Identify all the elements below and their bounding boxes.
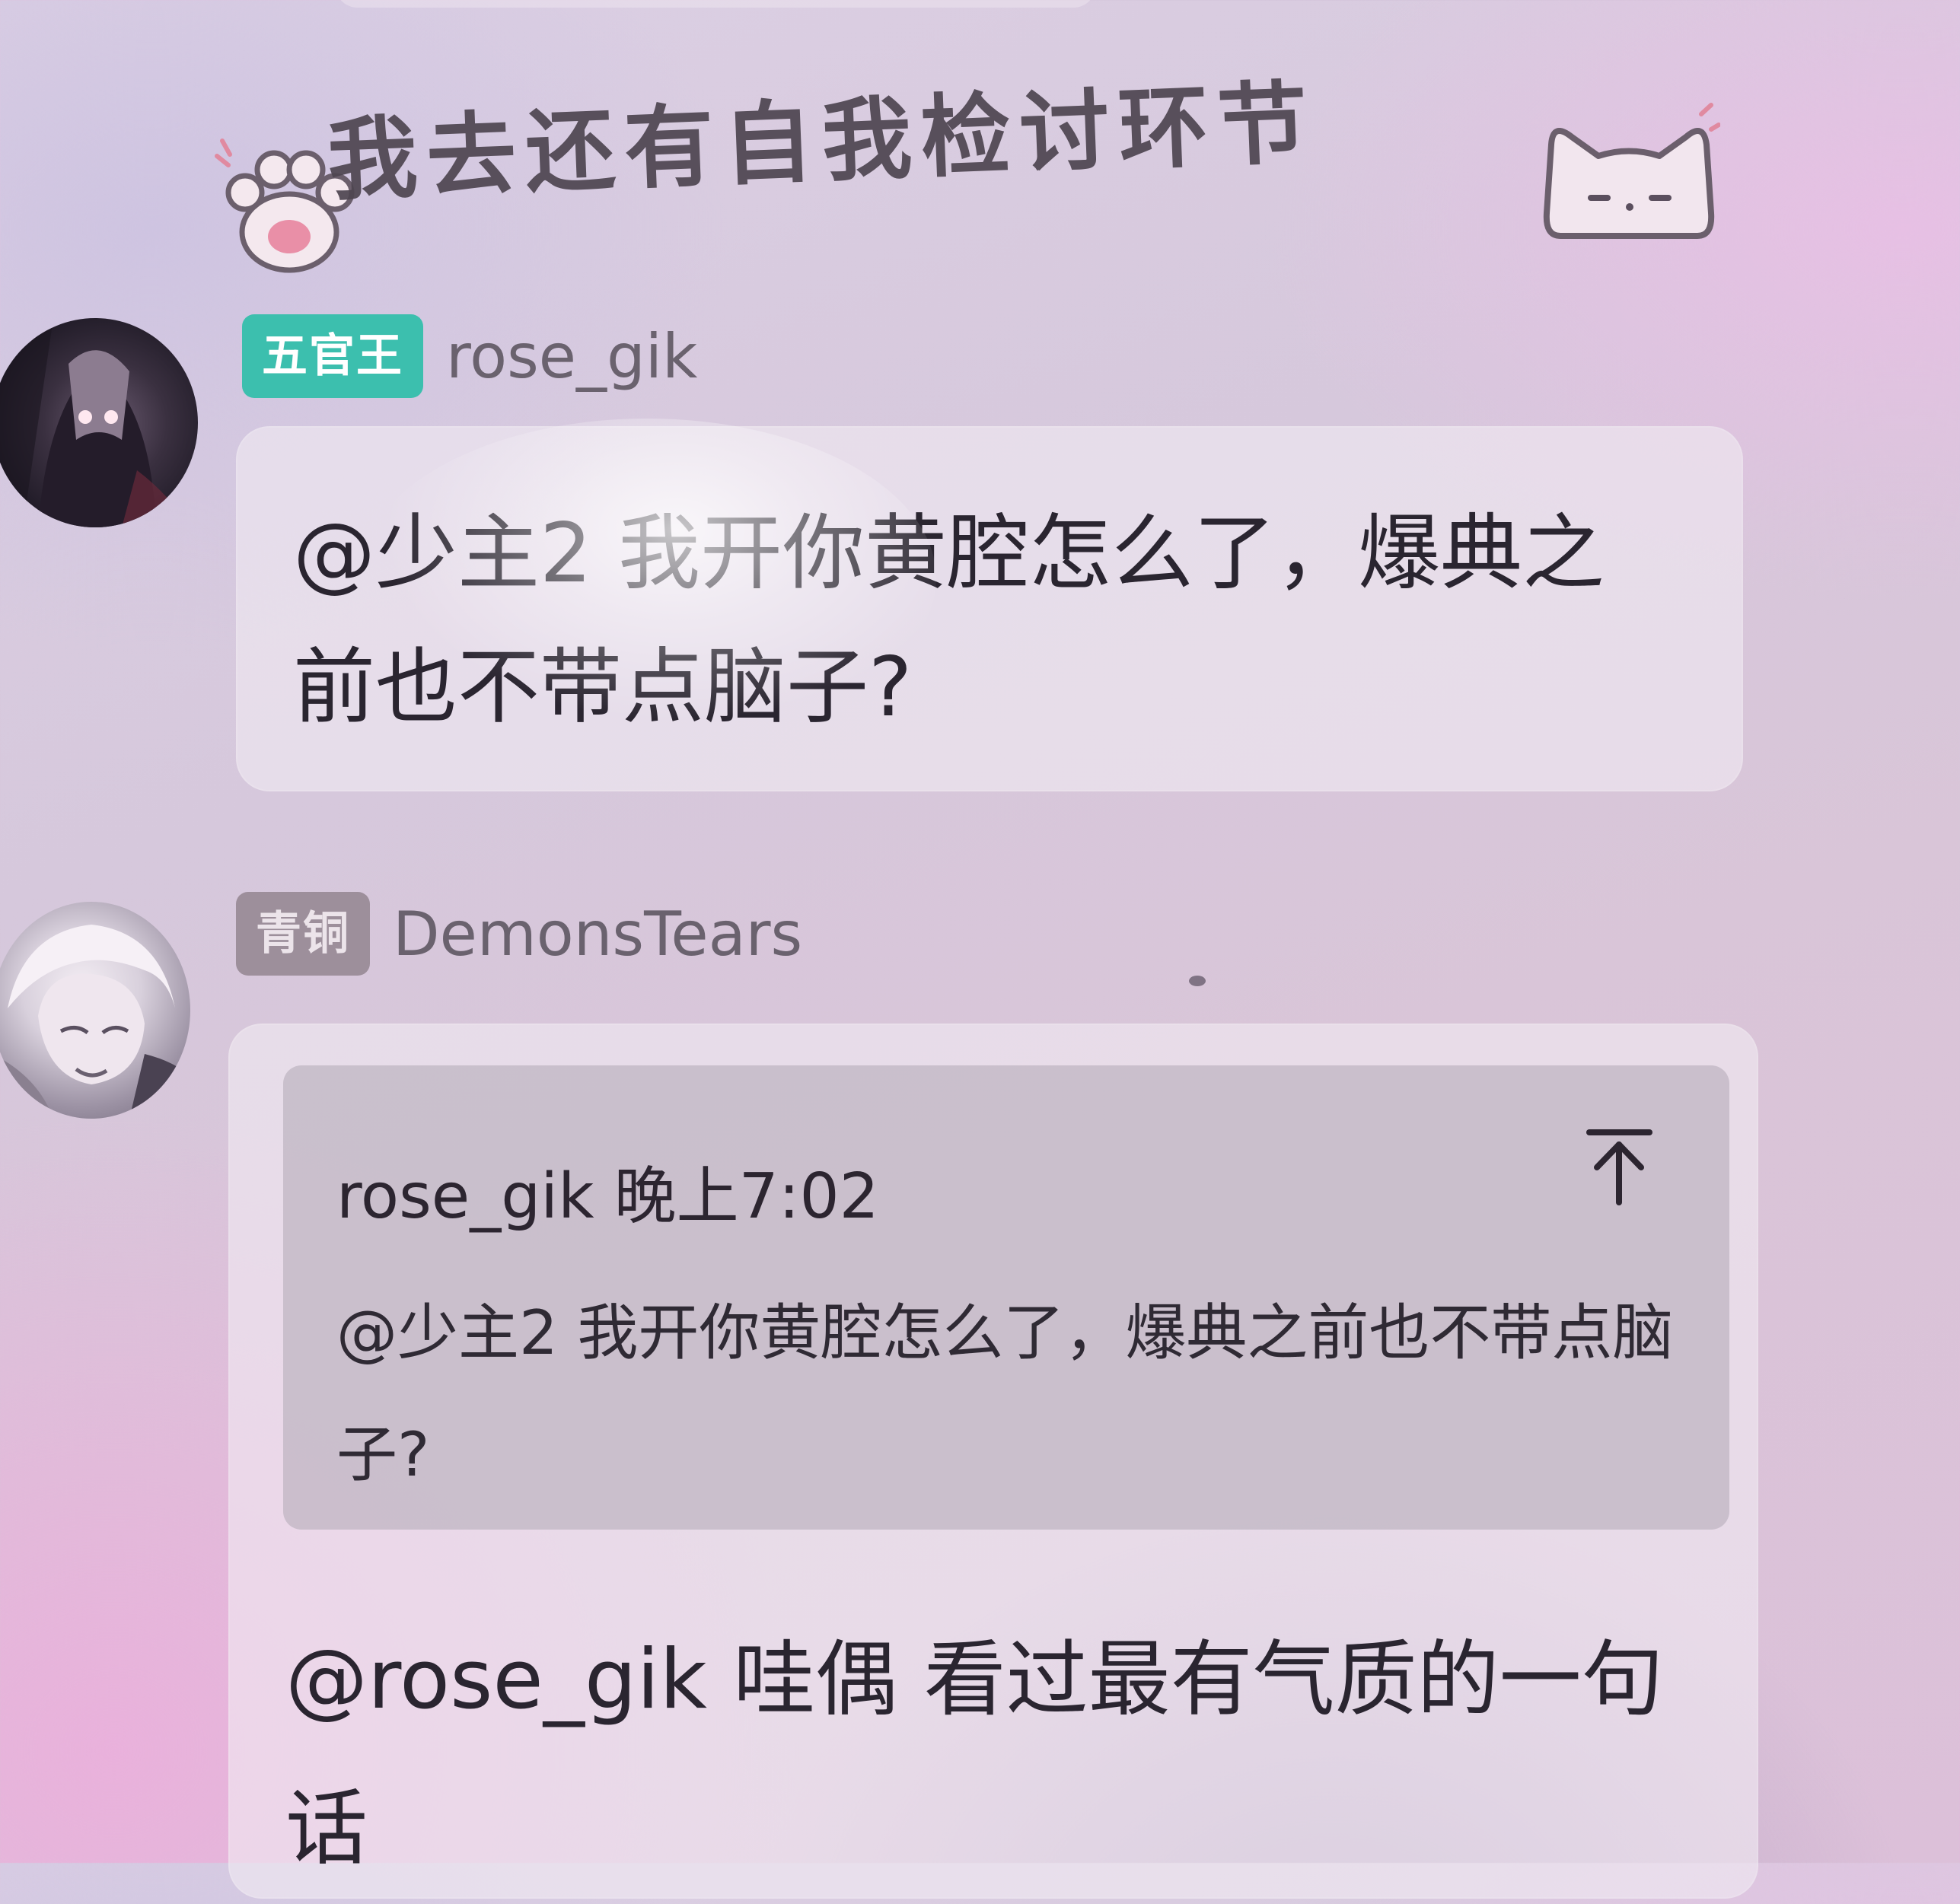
avatar-image	[0, 318, 190, 527]
avatar[interactable]	[0, 318, 198, 527]
username[interactable]: rose_gik	[446, 321, 697, 392]
message-text: @少主2 我开你黄腔怎么了，爆典之前也不带点脑子?	[293, 506, 1605, 735]
quote-time: 晚上7:02	[613, 1161, 879, 1233]
sticker-text: 我去还有自我检讨环节	[325, 69, 1319, 213]
jump-to-top-icon[interactable]	[1583, 1126, 1656, 1206]
avatar-image	[0, 925, 190, 1119]
sticker-message[interactable]: 我去还有自我检讨环节	[213, 53, 1735, 273]
message-text: @rose_gik 哇偶 看过最有气质的一句话	[285, 1632, 1664, 1877]
screen-speck	[1189, 976, 1206, 986]
message-header: 青铜 DemonsTears	[236, 892, 802, 976]
avatar[interactable]	[0, 902, 190, 1119]
message-header: 五官王 rose_gik	[242, 314, 697, 398]
previous-message-bubble[interactable]	[335, 0, 1096, 8]
username[interactable]: DemonsTears	[393, 899, 802, 970]
quote-header: rose_gik 晚上7:02	[336, 1145, 879, 1236]
quote-author[interactable]: rose_gik	[336, 1161, 594, 1233]
quote-text: @少主2 我开你黄腔怎么了，爆典之前也不带点脑子?	[336, 1297, 1674, 1490]
cat-face-icon	[1543, 103, 1720, 239]
rank-badge[interactable]: 五官王	[242, 314, 423, 398]
rank-badge[interactable]: 青铜	[236, 892, 370, 976]
